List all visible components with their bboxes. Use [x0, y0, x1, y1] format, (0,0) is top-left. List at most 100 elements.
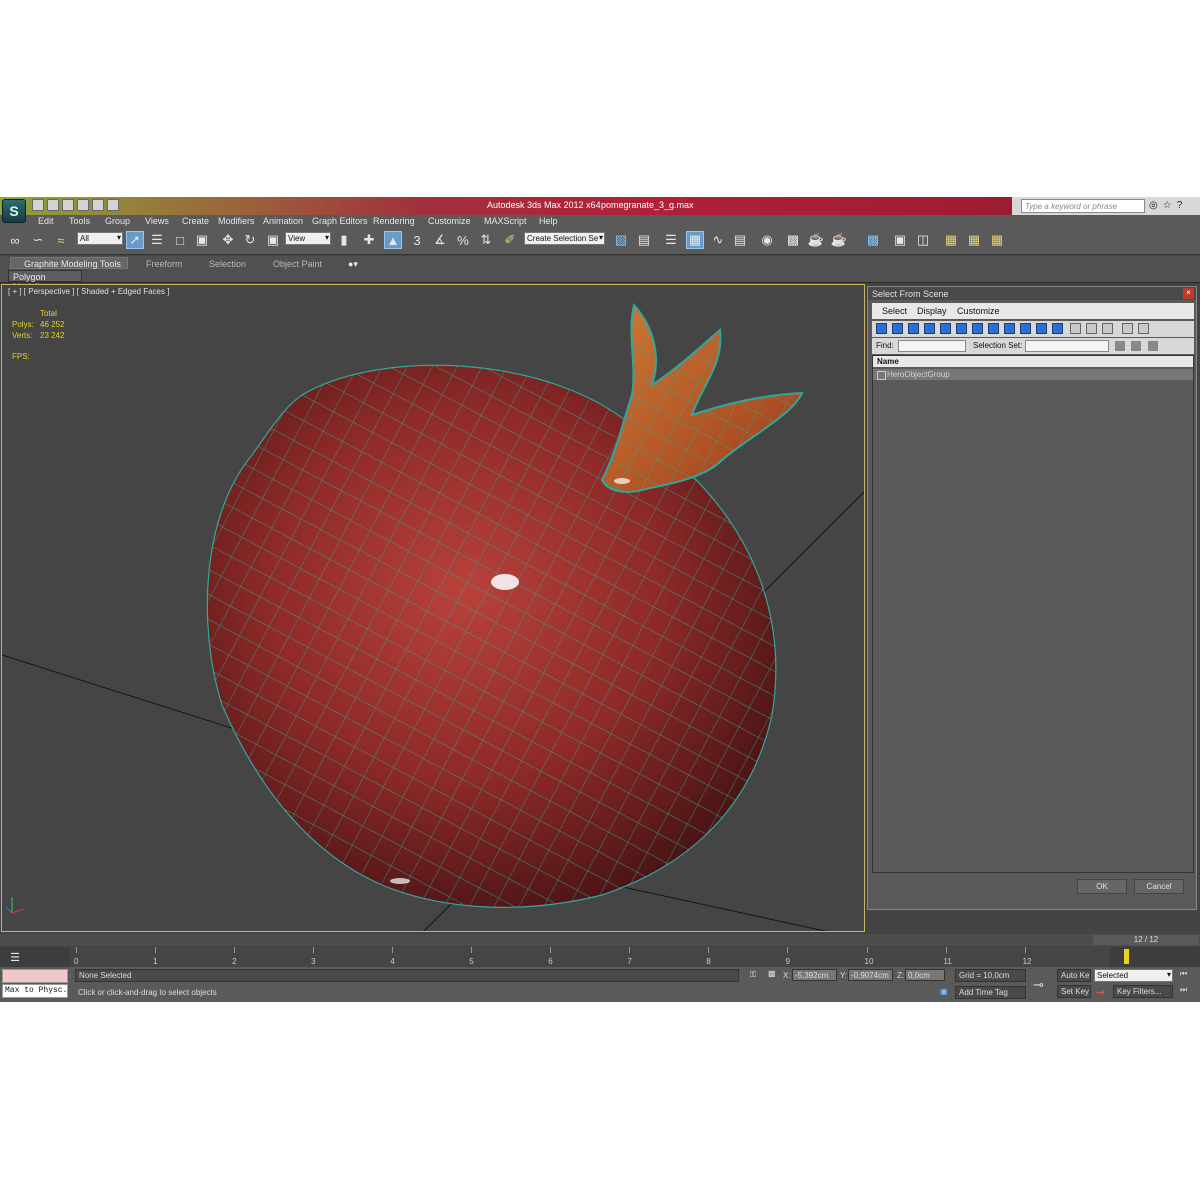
- menu-graph-editors[interactable]: Graph Editors: [312, 216, 368, 226]
- animation-tool-2-icon[interactable]: ▦: [965, 231, 983, 249]
- rotate-icon[interactable]: ↻: [241, 231, 259, 249]
- material-editor-icon[interactable]: ◉: [758, 231, 776, 249]
- maxscript-listener-output[interactable]: [2, 969, 68, 983]
- column-header-name[interactable]: Name: [873, 356, 1193, 367]
- display-containers-icon[interactable]: [1020, 323, 1031, 334]
- ok-button[interactable]: OK: [1077, 879, 1127, 894]
- edit-selection-set-icon[interactable]: [1148, 341, 1158, 351]
- key-icon[interactable]: ⊸: [1033, 977, 1044, 993]
- undo-icon[interactable]: [77, 199, 89, 211]
- maxscript-listener-input[interactable]: Max to Physc.: [2, 984, 68, 998]
- star-icon[interactable]: ☆: [1163, 200, 1172, 211]
- render-setup-icon[interactable]: ▩: [784, 231, 802, 249]
- dialog-menu-select[interactable]: Select: [882, 306, 907, 316]
- window-crossing-icon[interactable]: ▣: [193, 231, 211, 249]
- subtab-polygon-modeling[interactable]: Polygon Modeling: [8, 270, 82, 292]
- x-coordinate-field[interactable]: -5,392cm: [792, 969, 837, 981]
- scale-icon[interactable]: ▣: [264, 231, 282, 249]
- application-menu-button[interactable]: S: [2, 199, 26, 223]
- display-helpers-icon[interactable]: [940, 323, 951, 334]
- group-objects-icon[interactable]: ▣: [891, 231, 909, 249]
- go-to-end-icon[interactable]: ⏭: [1180, 985, 1187, 995]
- curve-editor-icon[interactable]: ∿: [709, 231, 727, 249]
- find-input[interactable]: [898, 340, 966, 352]
- render-production-icon[interactable]: ☕: [830, 231, 848, 249]
- menu-tools[interactable]: Tools: [69, 216, 90, 226]
- help-icon[interactable]: ?: [1177, 200, 1183, 211]
- open-file-icon[interactable]: [47, 199, 59, 211]
- open-mini-curve-editor-icon[interactable]: ☰: [6, 948, 24, 966]
- remove-selection-set-icon[interactable]: [1131, 341, 1141, 351]
- select-manipulate-icon[interactable]: ✚: [360, 231, 378, 249]
- filter-icon[interactable]: [1122, 323, 1133, 334]
- mirror-icon[interactable]: ▧: [612, 231, 630, 249]
- dialog-title-bar[interactable]: Select From Scene ×: [868, 287, 1196, 300]
- display-invert-icon[interactable]: [1102, 323, 1113, 334]
- menu-customize[interactable]: Customize: [428, 216, 471, 226]
- viewport-label[interactable]: [ + ] [ Perspective ] [ Shaded + Edged F…: [8, 287, 169, 296]
- snaps-toggle-icon[interactable]: 3: [408, 231, 426, 249]
- bind-space-warp-icon[interactable]: ≈: [52, 231, 70, 249]
- animation-tool-1-icon[interactable]: ▦: [942, 231, 960, 249]
- key-filters-button[interactable]: Key Filters...: [1113, 985, 1173, 998]
- rendered-frame-window-icon[interactable]: ☕: [807, 231, 825, 249]
- percent-snap-icon[interactable]: %: [454, 231, 472, 249]
- menu-create[interactable]: Create: [182, 216, 209, 226]
- display-frozen-icon[interactable]: [1036, 323, 1047, 334]
- menu-animation[interactable]: Animation: [263, 216, 303, 226]
- tab-graphite-modeling-tools[interactable]: Graphite Modeling Tools: [24, 259, 121, 269]
- auto-key-button[interactable]: Auto Key: [1057, 969, 1091, 982]
- search-input[interactable]: Type a keyword or phrase: [1021, 199, 1145, 213]
- tab-freeform[interactable]: Freeform: [146, 259, 183, 269]
- pivot-center-icon[interactable]: ▮: [335, 231, 353, 249]
- menu-edit[interactable]: Edit: [38, 216, 54, 226]
- key-mode-dropdown[interactable]: Selected: [1094, 969, 1173, 982]
- display-hidden-icon[interactable]: [1052, 323, 1063, 334]
- time-slider-frame[interactable]: 12 / 12: [1093, 935, 1199, 945]
- track-bar[interactable]: ☰ 0 1 2 3 4 5 6 7 8 9 10 11 12: [0, 947, 1200, 967]
- sync-selection-icon[interactable]: [1138, 323, 1149, 334]
- menu-rendering[interactable]: Rendering: [373, 216, 415, 226]
- ribbon-options-icon[interactable]: ●▾: [348, 259, 358, 270]
- menu-views[interactable]: Views: [145, 216, 169, 226]
- project-folder-icon[interactable]: [107, 199, 119, 211]
- menu-modifiers[interactable]: Modifiers: [218, 216, 255, 226]
- unlink-icon[interactable]: ∽: [29, 231, 47, 249]
- tab-selection[interactable]: Selection: [209, 259, 246, 269]
- close-icon[interactable]: ×: [1183, 288, 1194, 299]
- binoculars-icon[interactable]: ◎: [1149, 200, 1158, 211]
- lock-selection-icon[interactable]: ⚿: [750, 970, 756, 980]
- track-ruler[interactable]: 0 1 2 3 4 5 6 7 8 9 10 11 12: [70, 947, 1110, 967]
- set-key-button[interactable]: Set Key: [1057, 985, 1091, 998]
- schematic-view-icon[interactable]: ▤: [731, 231, 749, 249]
- time-slider[interactable]: 12 / 12: [0, 934, 1200, 946]
- move-icon[interactable]: ✥: [219, 231, 237, 249]
- set-keys-icon[interactable]: ➙: [1096, 986, 1105, 999]
- display-bones-icon[interactable]: [1004, 323, 1015, 334]
- spinner-snap-icon[interactable]: ⇅: [477, 231, 495, 249]
- perspective-viewport[interactable]: [ + ] [ Perspective ] [ Shaded + Edged F…: [1, 284, 865, 932]
- select-object-icon[interactable]: ➚: [126, 231, 144, 249]
- new-file-icon[interactable]: [32, 199, 44, 211]
- menu-help[interactable]: Help: [539, 216, 558, 226]
- tab-object-paint[interactable]: Object Paint: [273, 259, 322, 269]
- object-tool-icon[interactable]: ◫: [914, 231, 932, 249]
- layer-manager-icon[interactable]: ☰: [662, 231, 680, 249]
- angle-snap-icon[interactable]: ∡: [431, 231, 449, 249]
- display-groups-icon[interactable]: [972, 323, 983, 334]
- animation-tool-3-icon[interactable]: ▦: [988, 231, 1006, 249]
- menu-group[interactable]: Group: [105, 216, 130, 226]
- edit-named-selection-icon[interactable]: ✐: [501, 231, 519, 249]
- absolute-mode-icon[interactable]: ▩: [768, 969, 776, 978]
- pomegranate-model[interactable]: [206, 302, 804, 908]
- redo-icon[interactable]: [92, 199, 104, 211]
- rectangular-selection-icon[interactable]: □: [171, 231, 189, 249]
- save-file-icon[interactable]: [62, 199, 74, 211]
- keyboard-shortcut-override-icon[interactable]: ▲: [384, 231, 402, 249]
- dialog-menu-display[interactable]: Display: [917, 306, 947, 316]
- add-time-tag-button[interactable]: Add Time Tag: [955, 986, 1026, 999]
- add-selection-set-icon[interactable]: [1115, 341, 1125, 351]
- z-coordinate-field[interactable]: 0,0cm: [905, 969, 945, 981]
- display-lights-icon[interactable]: [908, 323, 919, 334]
- menu-maxscript[interactable]: MAXScript: [484, 216, 527, 226]
